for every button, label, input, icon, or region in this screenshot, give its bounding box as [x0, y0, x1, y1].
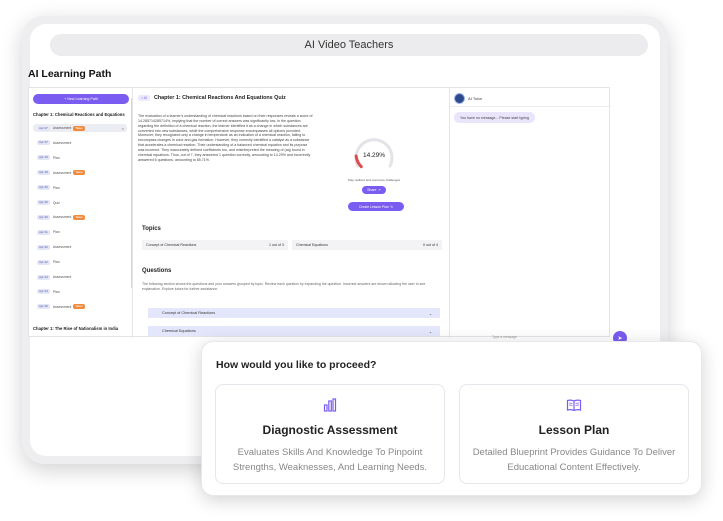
date-chip: Apr 19	[37, 170, 50, 176]
create-lesson-plan-button[interactable]: Create Lesson Plan ↻	[348, 202, 404, 211]
date-chip: Apr 27	[37, 140, 50, 146]
topic-score: 0 out of 4	[423, 243, 438, 247]
status-badge: Taken	[73, 304, 85, 310]
status-badge: Taken	[73, 214, 85, 220]
option-description: Detailed Blueprint Provides Guidance To …	[472, 447, 676, 473]
learning-app: + New Learning Path Chapter 1: Chemical …	[28, 87, 611, 338]
diagnostic-assessment-option[interactable]: Diagnostic Assessment Evaluates Skills A…	[215, 384, 445, 484]
sidebar-item[interactable]: Apr 19 Assessment Taken	[33, 169, 127, 177]
open-book-icon	[566, 399, 582, 412]
sidebar-item-label: Plan	[52, 230, 60, 235]
tutor-header: AI Tutor	[454, 92, 482, 104]
date-chip: Apr 21	[37, 229, 50, 235]
refresh-icon: ↻	[390, 204, 394, 209]
sidebar-item-label: Assessment	[52, 304, 72, 309]
sidebar-item-label: Assessment	[52, 215, 72, 220]
gauge-score: 14.29%	[363, 152, 385, 159]
sidebar-item-label: Plan	[52, 155, 60, 160]
bar-chart-icon	[323, 398, 337, 412]
accordion-chemical-equations[interactable]: Chemical Equations ⌄	[148, 326, 440, 336]
accordion-label: Chemical Equations	[162, 329, 196, 333]
topics-heading: Topics	[142, 226, 161, 232]
chevron-down-icon: ⌄	[428, 329, 432, 334]
window-title: AI Video Teachers	[304, 39, 394, 51]
quiz-title: Chapter 1: Chemical Reactions And Equati…	[153, 95, 286, 101]
chapter-title[interactable]: Chapter 1: Chemical Reactions and Equati…	[33, 112, 125, 117]
sidebar-item-label: Plan	[52, 260, 60, 265]
lesson-button-label: Create Lesson Plan	[358, 204, 389, 209]
accordion-concept-of-chemical-reactions[interactable]: Concept of Chemical Reactions ⌄	[148, 308, 440, 318]
divider	[450, 106, 611, 107]
date-chip: Apr 22	[37, 244, 50, 250]
sidebar-item[interactable]: Apr 27 Assessment	[33, 139, 127, 147]
gauge-caption: Stay resilient and overcome challenges	[347, 178, 401, 182]
chapter-title[interactable]: Chapter 1: The Rise of Nationalism in In…	[33, 326, 118, 331]
topic-row: Concept of Chemical Reactions 1 out of 3	[142, 240, 288, 250]
status-badge: Taken	[73, 170, 85, 176]
date-chip: Apr 20	[37, 200, 50, 205]
date-chip: Apr 24	[37, 289, 50, 295]
accordion-label: Concept of Chemical Reactions	[162, 311, 216, 315]
stage: AI Video Teachers AI Learning Path + New…	[0, 0, 723, 521]
sidebar-item[interactable]: Apr 27 Assessment Taken ×	[33, 124, 127, 132]
lesson-plan-option[interactable]: Lesson Plan Detailed Blueprint Provides …	[459, 384, 689, 484]
sidebar-item[interactable]: Apr 20 Quiz	[33, 199, 127, 207]
sidebar-item[interactable]: Apr 24 Plan	[33, 288, 127, 296]
sidebar-item[interactable]: Apr 20 Plan	[33, 184, 127, 192]
questions-heading: Questions	[142, 268, 172, 274]
score-gauge: 14.29%	[354, 138, 394, 169]
sidebar-item[interactable]: Apr 20 Assessment Taken	[33, 213, 127, 221]
date-chip: Apr 26	[37, 304, 50, 310]
option-title: Lesson Plan	[538, 423, 610, 437]
sidebar-item[interactable]: Apr 26 Assessment Taken	[33, 303, 127, 311]
sidebar: + New Learning Path Chapter 1: Chemical …	[29, 88, 133, 338]
page-title: AI Learning Path	[28, 68, 112, 80]
date-chip: Apr 24	[37, 274, 50, 280]
sidebar-item-label: Assessment	[52, 245, 72, 250]
option-description: Evaluates Skills And Knowledge To Pinpoi…	[232, 447, 428, 473]
ai-back-chip[interactable]: < AI	[138, 95, 150, 101]
sidebar-item[interactable]: Apr 19 Plan	[33, 154, 127, 162]
sidebar-item-label: Assessment	[52, 170, 72, 175]
tutor-name: AI Tutor	[468, 95, 483, 101]
sidebar-item-label: Assessment	[52, 140, 72, 145]
quiz-summary: The evaluation of a learner's understand…	[138, 114, 313, 162]
chevron-down-icon: ⌄	[428, 311, 432, 316]
topic-row: Chemical Equations 0 out of 4	[292, 240, 442, 250]
sidebar-item[interactable]: Apr 21 Plan	[33, 228, 127, 236]
quiz-header: < AI Chapter 1: Chemical Reactions And E…	[138, 93, 286, 103]
date-chip: Apr 20	[37, 185, 50, 191]
share-button-label: Share	[367, 188, 377, 192]
new-learning-path-button[interactable]: + New Learning Path	[33, 94, 129, 104]
proceed-dialog: How would you like to proceed? Diagnosti…	[201, 341, 702, 496]
quiz-panel: < AI Chapter 1: Chemical Reactions And E…	[134, 88, 448, 338]
date-chip: Apr 27	[37, 125, 50, 131]
dialog-title: How would you like to proceed?	[216, 359, 377, 371]
topic-score: 1 out of 3	[269, 243, 284, 247]
window-title-bar: AI Video Teachers	[50, 34, 648, 56]
questions-description: The following section shows the question…	[142, 282, 426, 291]
option-title: Diagnostic Assessment	[262, 423, 398, 437]
status-badge: Taken	[73, 125, 85, 131]
tutor-panel: AI Tutor You have no message... Please s…	[449, 88, 611, 338]
sidebar-item-label: Quiz	[52, 200, 60, 205]
sidebar-item-label: Assessment	[52, 275, 72, 279]
tutor-empty-message: You have no message... Please start typi…	[454, 112, 535, 123]
close-icon[interactable]: ×	[122, 126, 124, 131]
sidebar-item[interactable]: Apr 24 Assessment	[33, 273, 127, 281]
share-button[interactable]: Share ↗	[362, 186, 386, 194]
sidebar-item-label: Plan	[52, 289, 60, 294]
tutor-avatar	[454, 92, 465, 104]
date-chip: Apr 19	[37, 155, 50, 161]
date-chip: Apr 20	[37, 214, 50, 220]
share-icon: ↗	[377, 188, 381, 192]
date-chip: Apr 22	[37, 259, 50, 265]
sidebar-item[interactable]: Apr 22 Plan	[33, 258, 127, 266]
topic-name: Chemical Equations	[296, 243, 328, 247]
sidebar-item[interactable]: Apr 22 Assessment	[33, 243, 127, 251]
sidebar-item-label: Assessment	[52, 126, 72, 130]
sidebar-item-label: Plan	[52, 185, 60, 190]
topic-name: Concept of Chemical Reactions	[146, 243, 197, 247]
sidebar-scrollbar[interactable]	[131, 98, 132, 288]
